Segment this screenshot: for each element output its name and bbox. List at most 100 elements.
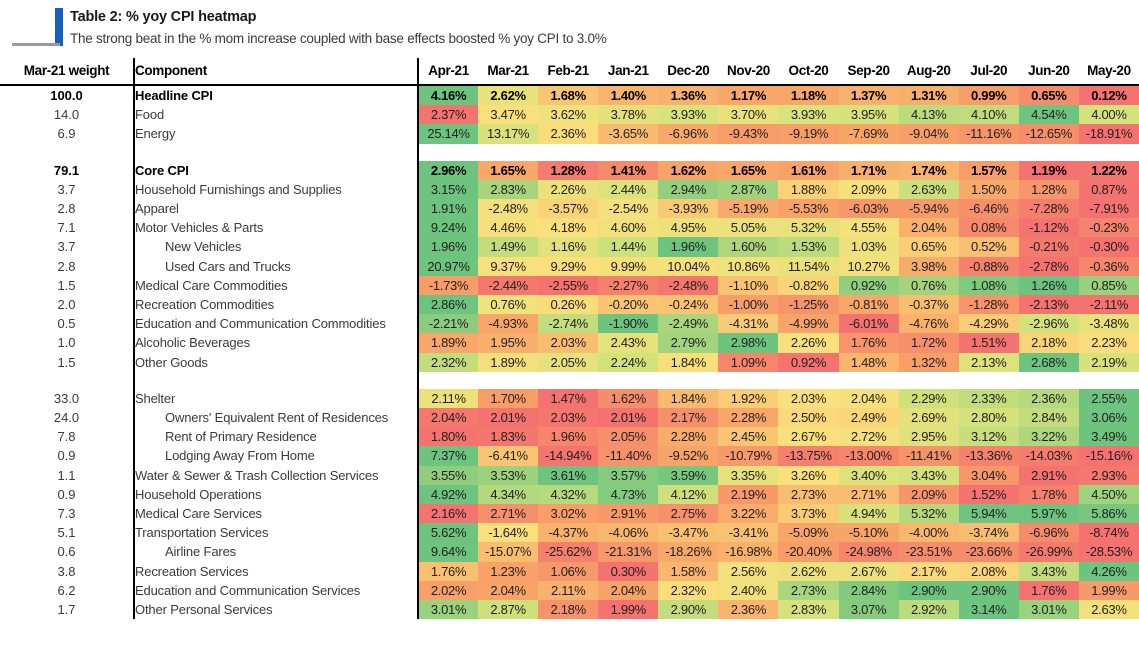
heatmap-cell: 2.44% [598,179,659,200]
heatmap-cell: 2.16% [416,504,479,524]
heatmap-cell: -0.37% [898,295,959,315]
row-weight: 6.9 [57,126,76,142]
table-row: 7.3 Medical Care Services 2.16% 2.71% 3.02% 2… [0,504,1139,524]
heatmap-cell: -16.98% [718,542,779,562]
heatmap-cell: 3.01% [416,600,479,620]
heatmap-cell: 2.37% [416,105,479,125]
heatmap-cell: 4.92% [416,484,479,505]
spacer-cell [658,371,719,389]
row-component-label: Water & Sewer & Trash Collection Service… [133,465,418,485]
heatmap-cell: -0.88% [958,256,1019,276]
col-header-month: Jan-21 [598,58,659,86]
col-header-month: Aug-20 [898,58,959,86]
heatmap-cell: -13.75% [778,446,839,466]
heatmap-cell: 2.36% [1018,388,1079,409]
table-row: 6.2 Education and Communication Services 2… [0,580,1139,601]
spacer-cell [898,371,959,389]
heatmap-cell: -21.31% [598,542,659,562]
heatmap-cell: -25.62% [538,542,599,562]
heatmap-cell: 1.74% [898,160,959,180]
heatmap-cell: 2.83% [478,179,539,200]
heatmap-cell: 3.73% [778,504,839,524]
row-weight: 6.2 [57,582,76,598]
heatmap-cell: 2.03% [538,333,599,353]
row-component-label: Motor Vehicles & Parts [133,218,418,238]
spacer-cell [778,143,839,161]
row-weight: 1.0 [57,335,76,351]
heatmap-cell: 1.68% [538,85,599,106]
table-row: 33.0 Shelter 2.11% 1.70% 1.47% 1.62% 1.84% 1.92… [0,388,1139,409]
heatmap-cell: 4.50% [1078,484,1139,505]
spacer-cell [838,143,899,161]
heatmap-cell: -5.10% [838,523,899,543]
heatmap-cell: -4.00% [898,523,959,543]
heatmap-cell: 2.63% [1078,600,1139,620]
col-header-month: Nov-20 [718,58,779,86]
heatmap-cell: 4.16% [416,85,479,106]
heatmap-cell: 1.62% [598,388,659,409]
spacer-cell [416,143,479,161]
heatmap-cell: 3.12% [958,427,1019,447]
heatmap-cell: 1.65% [718,160,779,180]
heatmap-cell: 2.56% [718,561,779,581]
heatmap-cell: -0.24% [658,295,719,315]
heatmap-cell: -6.96% [1018,523,1079,543]
spacer-cell [538,371,599,389]
heatmap-cell: 1.65% [478,160,539,180]
heatmap-cell: 1.96% [658,237,719,257]
col-header-weight: Mar-21 weight [0,58,134,86]
heatmap-cell: -11.16% [958,124,1019,144]
spacer-cell [1018,371,1079,389]
heatmap-cell: 2.80% [958,408,1019,428]
heatmap-cell: 2.62% [778,561,839,581]
heatmap-cell: 1.76% [1018,580,1079,601]
heatmap-cell: 1.91% [416,199,479,219]
heatmap-cell: 2.45% [718,427,779,447]
heatmap-cell: -4.29% [958,314,1019,334]
heatmap-cell: 4.18% [538,218,599,238]
heatmap-cell: 0.12% [1078,85,1139,106]
heatmap-cell: 2.19% [1078,352,1139,372]
heatmap-cell: 2.26% [778,333,839,353]
heatmap-cell: 2.75% [658,504,719,524]
heatmap-cell: 1.40% [598,85,659,106]
heatmap-cell: 0.30% [598,561,659,581]
heatmap-cell: 1.03% [838,237,899,257]
spacer-cell [958,371,1019,389]
row-component-label: Owners' Equivalent Rent of Residences [133,408,418,428]
row-weight: 2.8 [57,258,76,274]
heatmap-cell: -3.41% [718,523,779,543]
heatmap-cell: 2.01% [478,408,539,428]
col-header-month: Dec-20 [658,58,719,86]
heatmap-cell: 2.19% [718,484,779,505]
heatmap-cell: 4.32% [538,484,599,505]
heatmap-cell: -18.91% [1078,124,1139,144]
heatmap-cell: 2.90% [958,580,1019,601]
heatmap-cell: 2.36% [718,600,779,620]
heatmap-cell: -24.98% [838,542,899,562]
heatmap-cell: 2.32% [658,580,719,601]
heatmap-cell: 1.57% [958,160,1019,180]
heatmap-cell: 1.16% [538,237,599,257]
heatmap-cell: 1.51% [958,333,1019,353]
cpi-heatmap-page: Table 2: % yoy CPI heatmap The strong be… [0,0,1139,647]
heatmap-cell: 2.90% [658,600,719,620]
row-component-label: Headline CPI [133,85,418,106]
heatmap-cell: -3.93% [658,199,719,219]
heatmap-cell: 1.31% [898,85,959,106]
heatmap-cell: 1.61% [778,160,839,180]
heatmap-cell: 10.04% [658,256,719,276]
heatmap-cell: -6.03% [838,199,899,219]
heatmap-cell: -2.27% [598,275,659,296]
heatmap-cell: 3.61% [538,465,599,485]
table-row: 1.0 Alcoholic Beverages 1.89% 1.95% 2.03% 2.4… [0,333,1139,353]
row-component-label: Other Goods [133,352,418,372]
col-header-month: May-20 [1078,58,1139,86]
heatmap-cell: -9.19% [778,124,839,144]
heatmap-cell: 2.04% [898,218,959,238]
heatmap-cell: -6.01% [838,314,899,334]
table-row: 24.0 Owners' Equivalent Rent of Residence… [0,408,1139,428]
heatmap-cell: 2.69% [898,408,959,428]
heatmap-cell: -2.48% [658,275,719,296]
heatmap-cell: 3.78% [598,105,659,125]
